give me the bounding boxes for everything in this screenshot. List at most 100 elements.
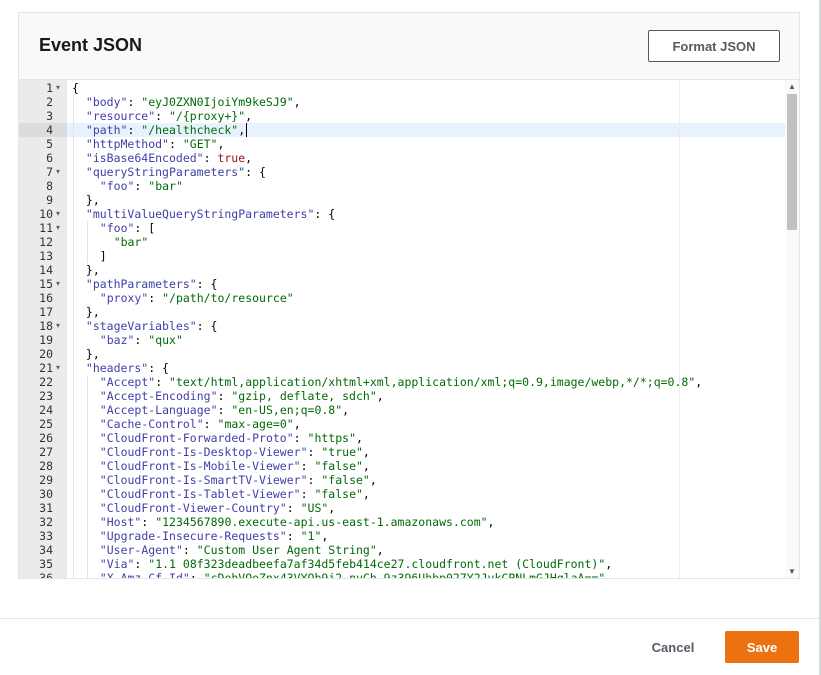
json-key: "CloudFront-Is-Desktop-Viewer" bbox=[99, 445, 308, 459]
json-punctuation: : bbox=[307, 473, 322, 487]
code-line: "proxy": "/path/to/resource" bbox=[67, 291, 785, 305]
panel-title: Event JSON bbox=[39, 35, 143, 55]
code-line: "Accept-Encoding": "gzip, deflate, sdch"… bbox=[67, 389, 785, 403]
json-punctuation: : { bbox=[314, 207, 336, 221]
fold-toggle-icon[interactable]: ▾ bbox=[56, 361, 64, 375]
json-punctuation: : { bbox=[196, 319, 218, 333]
code-line: "Cache-Control": "max-age=0", bbox=[67, 417, 785, 431]
code-line: "pathParameters": { bbox=[67, 277, 785, 291]
json-punctuation: , bbox=[369, 473, 377, 487]
json-key: "Host" bbox=[99, 515, 142, 529]
line-number: 21 bbox=[39, 361, 53, 375]
json-punctuation: , bbox=[376, 543, 384, 557]
line-number: 16 bbox=[39, 291, 53, 305]
json-key: "pathParameters" bbox=[85, 277, 197, 291]
save-button[interactable]: Save bbox=[725, 631, 799, 663]
json-punctuation: , bbox=[321, 529, 329, 543]
json-string: "text/html,application/xhtml+xml,applica… bbox=[169, 375, 696, 389]
json-punctuation: { bbox=[72, 81, 79, 95]
json-punctuation: ] bbox=[99, 249, 107, 263]
json-punctuation: : { bbox=[196, 277, 218, 291]
code-line: }, bbox=[67, 305, 785, 319]
code-line: "CloudFront-Is-Desktop-Viewer": "true", bbox=[67, 445, 785, 459]
line-number: 11 bbox=[39, 221, 53, 235]
json-punctuation: , bbox=[362, 459, 370, 473]
code-line: "Host": "1234567890.execute-api.us-east-… bbox=[67, 515, 785, 529]
json-key: "path" bbox=[85, 123, 128, 137]
json-string: "/{proxy+}" bbox=[169, 109, 246, 123]
json-punctuation: , bbox=[362, 445, 370, 459]
json-punctuation: , bbox=[238, 123, 246, 137]
cancel-button[interactable]: Cancel bbox=[636, 631, 710, 663]
code-line: "httpMethod": "GET", bbox=[67, 137, 785, 151]
code-line: "Upgrade-Insecure-Requests": "1", bbox=[67, 529, 785, 543]
fold-toggle-icon[interactable]: ▾ bbox=[56, 207, 64, 221]
editor-vertical-scrollbar[interactable]: ▲ ▼ bbox=[785, 80, 799, 578]
json-key: "headers" bbox=[85, 361, 149, 375]
json-punctuation: : bbox=[155, 109, 169, 123]
line-number: 32 bbox=[39, 515, 53, 529]
code-line: }, bbox=[67, 193, 785, 207]
json-string: "1.1 08f323deadbeefa7af34d5feb414ce27.cl… bbox=[148, 557, 606, 571]
json-string: "bar" bbox=[148, 179, 183, 193]
line-number: 8 bbox=[46, 179, 53, 193]
json-punctuation: : bbox=[286, 529, 301, 543]
json-punctuation: , bbox=[293, 95, 301, 109]
line-number: 22 bbox=[39, 375, 53, 389]
line-number: 7 bbox=[46, 165, 53, 179]
code-line: "headers": { bbox=[67, 361, 785, 375]
json-punctuation: : bbox=[189, 571, 204, 578]
json-punctuation: , bbox=[356, 431, 363, 445]
json-string: "/healthcheck" bbox=[141, 123, 239, 137]
line-number: 14 bbox=[39, 263, 53, 277]
json-punctuation: : bbox=[300, 459, 315, 473]
json-punctuation: : bbox=[134, 179, 149, 193]
scroll-down-arrow-icon[interactable]: ▼ bbox=[788, 567, 796, 576]
code-line: "resource": "/{proxy+}", bbox=[67, 109, 785, 123]
code-line: "CloudFront-Is-SmartTV-Viewer": "false", bbox=[67, 473, 785, 487]
code-text-area[interactable]: {"body": "eyJ0ZXN0IjoiYm9keSJ9", "resourc… bbox=[67, 80, 785, 578]
code-line: "queryStringParameters": { bbox=[67, 165, 785, 179]
json-string: "false" bbox=[321, 473, 370, 487]
fold-toggle-icon[interactable]: ▾ bbox=[56, 221, 64, 235]
code-line: "Via": "1.1 08f323deadbeefa7af34d5feb414… bbox=[67, 557, 785, 571]
line-number: 17 bbox=[39, 305, 53, 319]
json-key: "body" bbox=[85, 95, 128, 109]
json-punctuation: , bbox=[605, 571, 613, 578]
fold-toggle-icon[interactable]: ▾ bbox=[56, 81, 64, 95]
line-number: 23 bbox=[39, 389, 53, 403]
fold-toggle-icon[interactable]: ▾ bbox=[56, 319, 64, 333]
line-number: 36 bbox=[39, 571, 53, 578]
line-number-gutter: 1 ▾ 2 3 4 5 6 7 ▾ 8 9 10 ▾ 11 ▾ 12 13 14 15 ▾ 16 17 18 ▾ 19 20 21 ▾… bbox=[19, 80, 67, 578]
json-string: "1234567890.execute-api.us-east-1.amazon… bbox=[155, 515, 488, 529]
code-line: "CloudFront-Is-Mobile-Viewer": "false", bbox=[67, 459, 785, 473]
fold-toggle-icon[interactable]: ▾ bbox=[56, 277, 64, 291]
text-cursor bbox=[245, 123, 247, 137]
code-line: "stageVariables": { bbox=[67, 319, 785, 333]
json-punctuation: , bbox=[605, 557, 613, 571]
line-number: 26 bbox=[39, 431, 53, 445]
json-key: "resource" bbox=[85, 109, 156, 123]
scrollbar-thumb[interactable] bbox=[787, 94, 797, 230]
code-line: "baz": "qux" bbox=[67, 333, 785, 347]
line-number: 34 bbox=[39, 543, 53, 557]
format-json-button[interactable]: Format JSON bbox=[648, 30, 780, 62]
code-line: "CloudFront-Forwarded-Proto": "https", bbox=[67, 431, 785, 445]
json-key: "Accept-Encoding" bbox=[99, 389, 218, 403]
fold-toggle-icon[interactable]: ▾ bbox=[56, 165, 64, 179]
line-number: 35 bbox=[39, 557, 53, 571]
json-key: "CloudFront-Is-Tablet-Viewer" bbox=[99, 487, 301, 501]
json-punctuation: : { bbox=[245, 165, 266, 179]
json-punctuation: : bbox=[148, 291, 163, 305]
json-punctuation: : bbox=[217, 389, 232, 403]
json-key: "httpMethod" bbox=[85, 137, 169, 151]
json-string: "US" bbox=[300, 501, 329, 515]
json-punctuation: }, bbox=[85, 347, 100, 361]
json-punctuation: , bbox=[328, 501, 336, 515]
line-number: 12 bbox=[39, 235, 53, 249]
json-string: "/path/to/resource" bbox=[162, 291, 294, 305]
scroll-up-arrow-icon[interactable]: ▲ bbox=[788, 82, 796, 91]
json-code-editor[interactable]: 1 ▾ 2 3 4 5 6 7 ▾ 8 9 10 ▾ 11 ▾ 12 13 14 15 ▾ 16 17 18 ▾ 19 20 21 ▾… bbox=[19, 79, 799, 578]
json-string: "bar" bbox=[113, 235, 149, 249]
code-line: "Accept": "text/html,application/xhtml+x… bbox=[67, 375, 785, 389]
